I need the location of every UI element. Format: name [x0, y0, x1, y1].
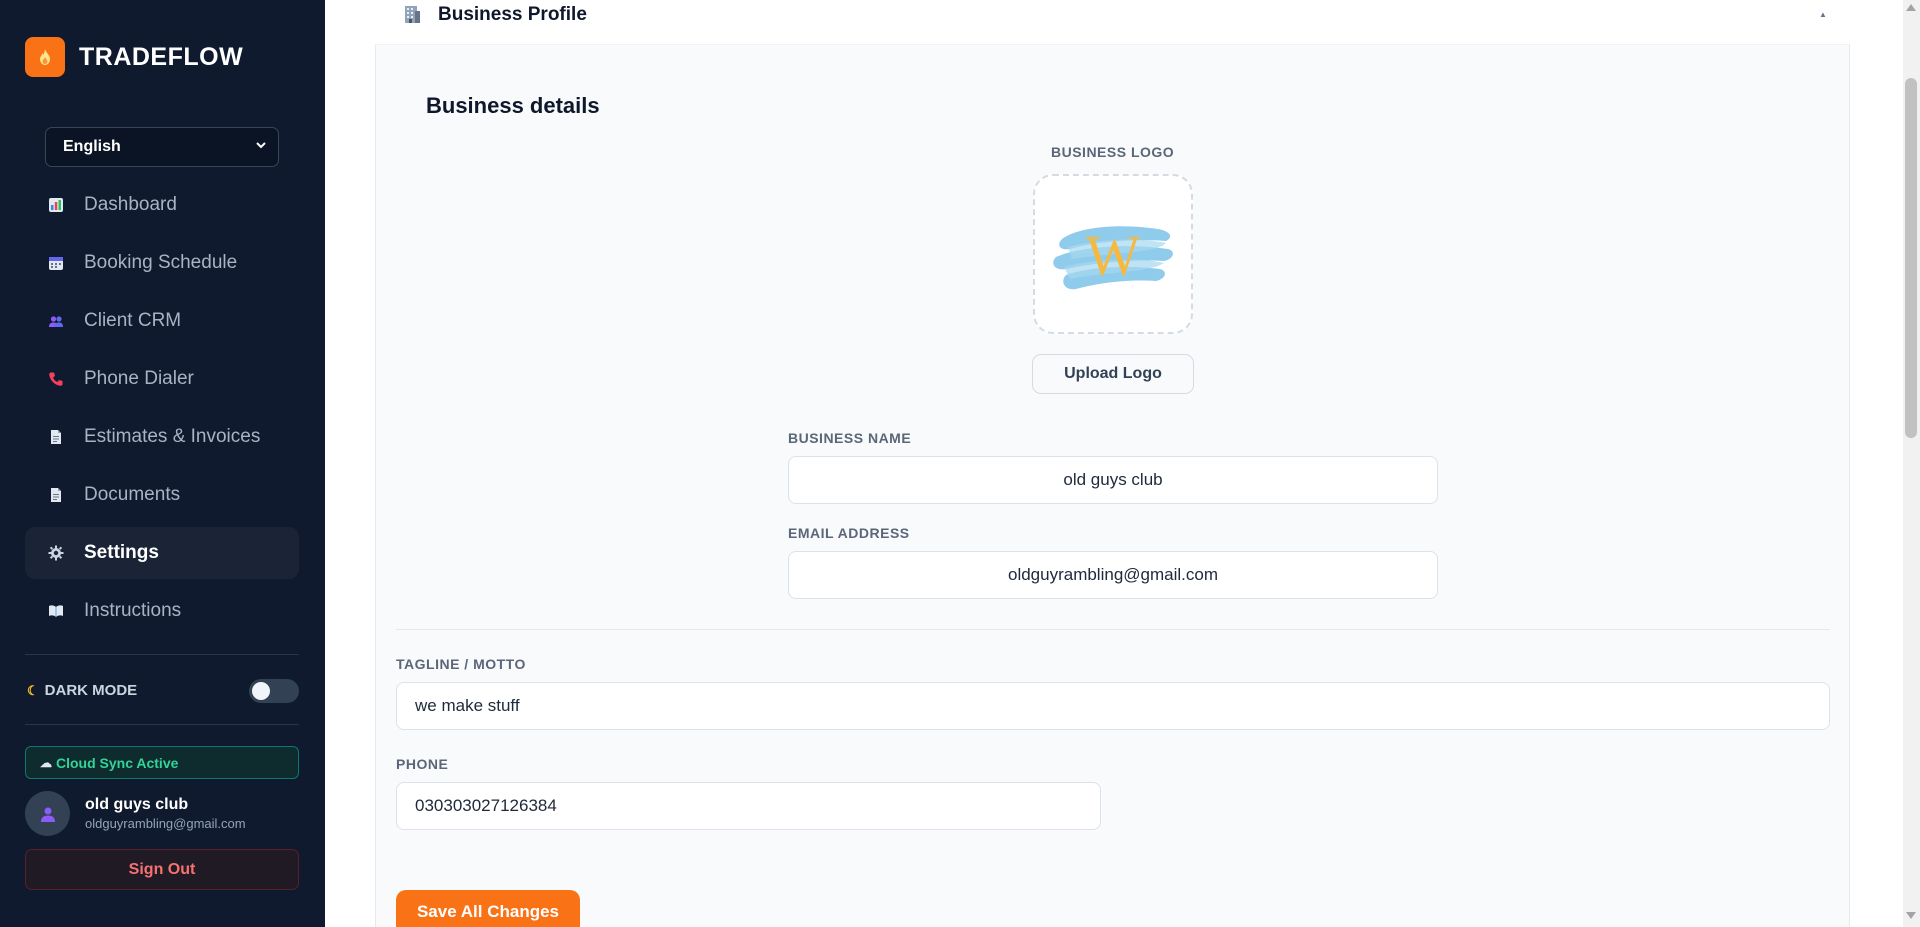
toggle-knob [252, 682, 270, 700]
logo-letter: W [1086, 223, 1141, 288]
email-field[interactable]: oldguyrambling@gmail.com [788, 551, 1438, 599]
scroll-up-arrow-icon[interactable] [1906, 4, 1916, 11]
business-logo-preview[interactable]: W [1033, 174, 1193, 334]
dark-mode-toggle[interactable] [249, 679, 299, 703]
scrollbar[interactable] [1903, 0, 1920, 927]
sidebar-item-estimates-invoices[interactable]: Estimates & Invoices [25, 411, 299, 463]
sync-status-label: Cloud Sync Active [56, 754, 179, 771]
sidebar-item-dashboard[interactable]: Dashboard [25, 179, 299, 231]
document-icon [47, 486, 65, 504]
business-logo-label: BUSINESS LOGO [1051, 144, 1175, 160]
save-all-changes-button[interactable]: Save All Changes [396, 890, 580, 927]
cloud-sync-status: ☁ Cloud Sync Active [25, 746, 299, 779]
sign-out-button[interactable]: Sign Out [25, 849, 299, 890]
business-profile-header[interactable] [375, 0, 1850, 45]
sidebar-item-booking-schedule[interactable]: Booking Schedule [25, 237, 299, 289]
dark-mode-label: DARK MODE [44, 682, 138, 699]
scroll-down-arrow-icon[interactable] [1906, 912, 1916, 919]
sidebar-item-settings[interactable]: Settings [25, 527, 299, 579]
sidebar-item-label: Phone Dialer [84, 368, 194, 389]
moon-icon: ☾ [27, 682, 39, 698]
sidebar-item-label: Client CRM [84, 310, 182, 331]
collapse-icon[interactable]: ▲ [1819, 10, 1827, 19]
upload-logo-button[interactable]: Upload Logo [1032, 354, 1194, 394]
document-icon [47, 428, 65, 446]
sidebar-item-client-crm[interactable]: Client CRM [25, 295, 299, 347]
sidebar: TRADEFLOW English Dashboard Booking Sche… [0, 0, 325, 927]
logo-image: W [1053, 223, 1173, 290]
sidebar-item-label: Instructions [84, 600, 182, 621]
section-divider [396, 629, 1830, 630]
user-info: old guys club oldguyrambling@gmail.com [85, 796, 246, 831]
gear-icon [47, 544, 65, 562]
chevron-down-icon [256, 142, 266, 149]
tagline-label: TAGLINE / MOTTO [396, 656, 526, 672]
language-select-value: English [63, 138, 121, 155]
language-select[interactable]: English [45, 127, 279, 167]
user-name: old guys club [85, 796, 189, 813]
sidebar-item-phone-dialer[interactable]: Phone Dialer [25, 353, 299, 405]
sidebar-item-instructions[interactable]: Instructions [25, 585, 299, 637]
users-icon [47, 312, 65, 330]
sidebar-item-label: Dashboard [84, 194, 177, 215]
cloud-icon: ☁ [40, 755, 52, 770]
email-label: EMAIL ADDRESS [788, 525, 910, 541]
tagline-field[interactable]: we make stuff [396, 682, 1830, 730]
sidebar-item-documents[interactable]: Documents [25, 469, 299, 521]
section-title: Business details [426, 93, 600, 118]
sidebar-nav: Dashboard Booking Schedule Client CRM Ph… [25, 179, 299, 643]
phone-label: PHONE [396, 756, 449, 772]
user-email: oldguyrambling@gmail.com [85, 816, 246, 831]
dark-mode-row: ☾ DARK MODE [27, 679, 299, 703]
page-title: Business Profile [438, 4, 587, 25]
brand-name: TRADEFLOW [79, 42, 244, 71]
brand[interactable]: TRADEFLOW [25, 37, 243, 77]
phone-icon [47, 370, 65, 388]
avatar [25, 791, 70, 836]
book-icon [47, 602, 65, 620]
sidebar-item-label: Estimates & Invoices [84, 426, 261, 447]
business-name-label: BUSINESS NAME [788, 430, 912, 446]
building-icon [402, 4, 422, 24]
sidebar-divider [25, 654, 299, 655]
sidebar-divider [25, 724, 299, 725]
sidebar-item-label: Settings [84, 542, 159, 563]
bar-chart-icon [47, 196, 65, 214]
scrollbar-thumb[interactable] [1905, 78, 1917, 438]
business-name-field[interactable]: old guys club [788, 456, 1438, 504]
phone-field[interactable]: 030303027126384 [396, 782, 1101, 830]
user-profile[interactable]: old guys club oldguyrambling@gmail.com [25, 791, 246, 836]
flame-icon [25, 37, 65, 77]
sidebar-item-label: Booking Schedule [84, 252, 238, 273]
calendar-icon [47, 254, 65, 272]
sidebar-item-label: Documents [84, 484, 181, 505]
